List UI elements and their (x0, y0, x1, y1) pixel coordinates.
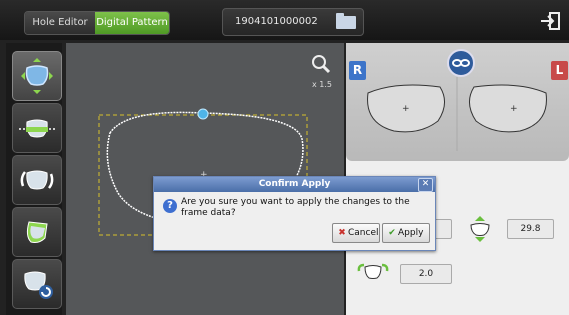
dialog-title: Confirm Apply (154, 177, 435, 192)
tab-hole-editor[interactable]: Hole Editor (25, 12, 95, 34)
exit-button[interactable] (538, 10, 562, 32)
exit-icon (541, 12, 560, 30)
cancel-button[interactable]: ✖ Cancel (332, 223, 380, 243)
lens-shapes: + + (367, 77, 547, 151)
edit-handle (197, 108, 209, 120)
top-bar: Hole Editor Digital Pattern 190410100000… (0, 0, 569, 40)
height-adjust-icon (470, 216, 490, 242)
lens-height-icon (19, 119, 55, 138)
left-lens-shape (469, 84, 547, 133)
svg-text:+: + (402, 104, 410, 114)
dialog-close-button[interactable]: ✕ (418, 178, 433, 192)
question-icon: ? (163, 199, 177, 213)
frame-skew-tool[interactable] (12, 207, 62, 257)
bevel-icon (357, 263, 389, 279)
bevel-field[interactable]: 2.0 (400, 264, 452, 284)
apply-label: Apply (398, 228, 424, 238)
tab-digital-pattern[interactable]: Digital Pattern (95, 12, 169, 34)
job-number: 1904101000002 (235, 16, 318, 27)
mode-tabs: Hole Editor Digital Pattern (24, 11, 170, 35)
frame-rotate-tool[interactable] (12, 155, 62, 205)
lens-skew-icon (26, 221, 48, 243)
folder-icon[interactable] (336, 13, 356, 29)
job-number-box[interactable]: 1904101000002 (222, 8, 364, 36)
frame-shape-tool[interactable] (12, 51, 62, 101)
height-field[interactable]: 29.8 (507, 219, 554, 239)
lens-rotate-icon (20, 170, 54, 190)
svg-text:+: + (510, 104, 518, 114)
frame-reset-tool[interactable] (12, 259, 62, 309)
cancel-icon: ✖ (338, 228, 346, 238)
cancel-label: Cancel (348, 228, 379, 238)
dialog-message: Are you sure you want to apply the chang… (181, 197, 410, 218)
confirm-apply-dialog: Confirm Apply ✕ ? Are you sure you want … (153, 176, 436, 251)
apply-icon: ✔ (388, 228, 396, 238)
lens-preview: R L + + (346, 43, 569, 161)
tool-sidebar (6, 43, 62, 315)
lens-expand-icon (21, 58, 53, 94)
apply-button[interactable]: ✔ Apply (382, 223, 430, 243)
frame-height-tool[interactable] (12, 103, 62, 153)
lens-reset-icon (24, 271, 53, 299)
